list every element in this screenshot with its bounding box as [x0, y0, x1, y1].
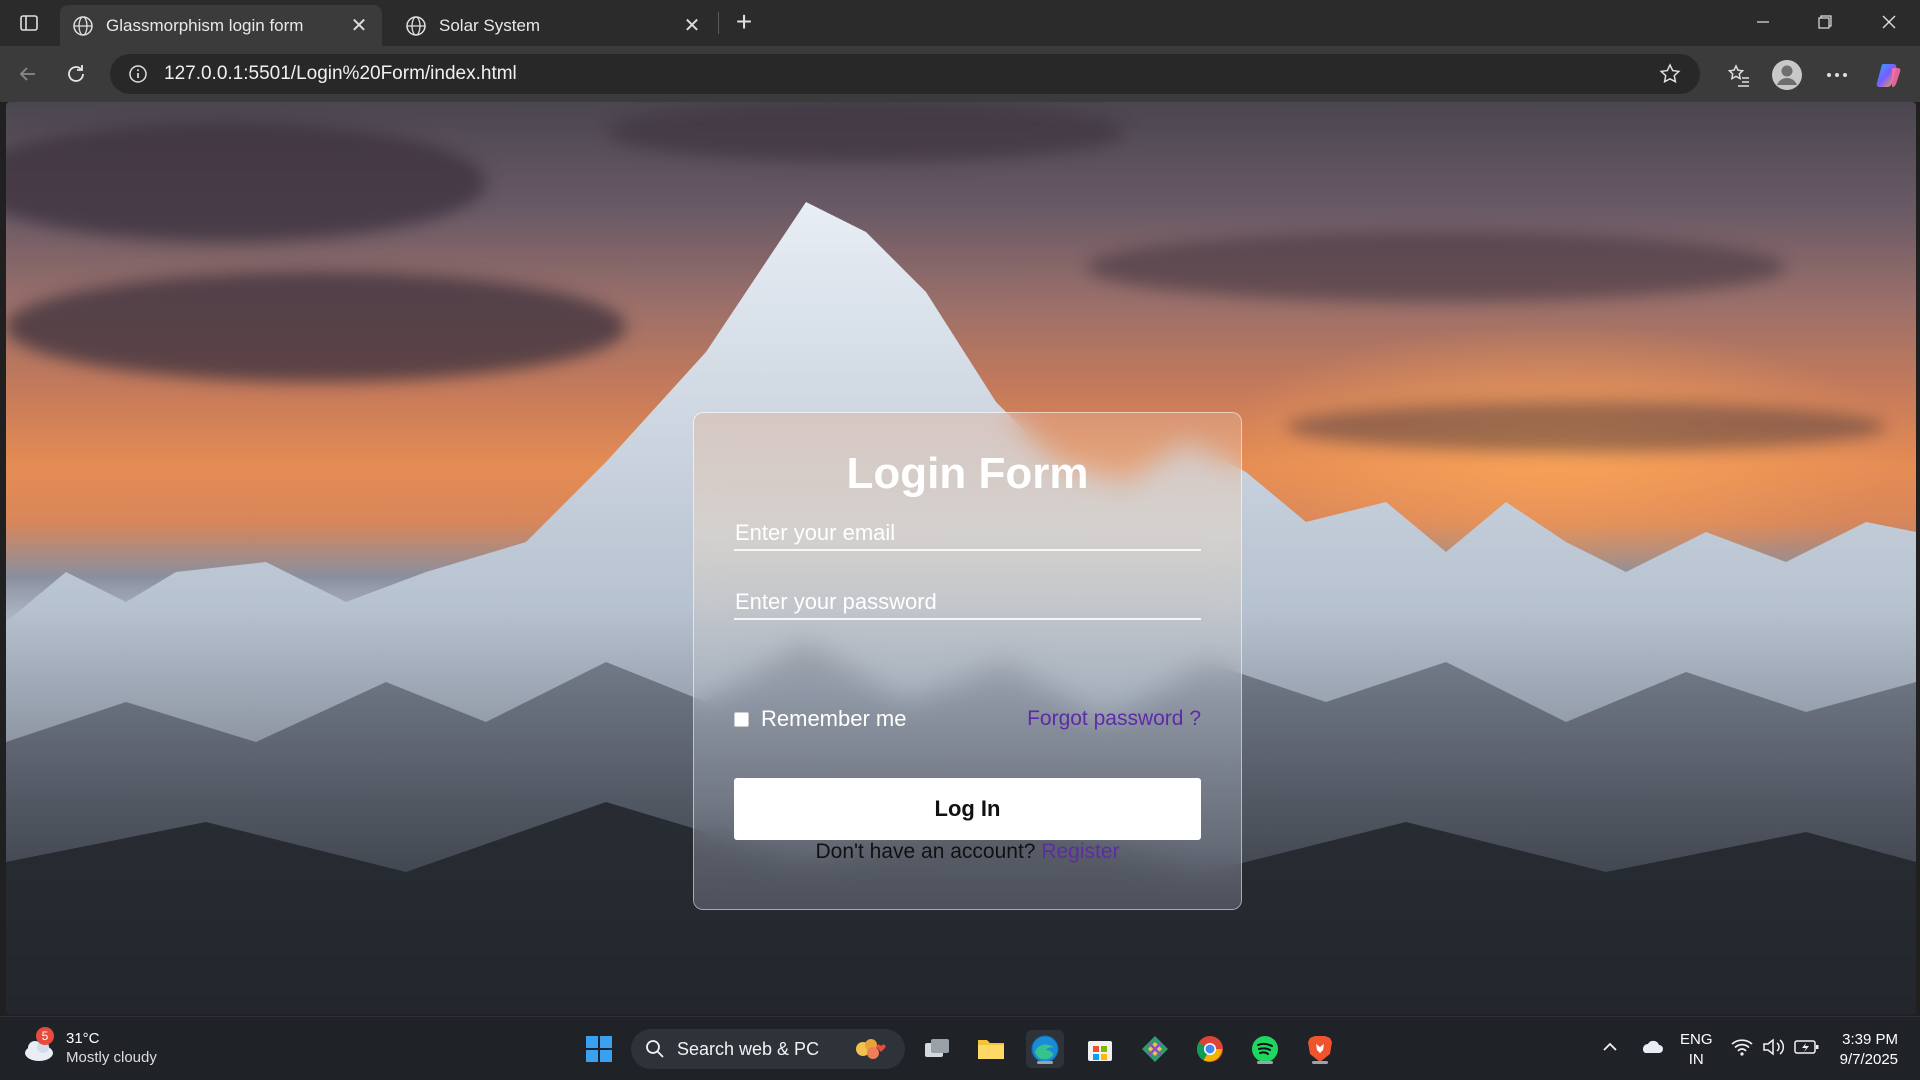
show-hidden-icons-chevron-icon[interactable]	[1598, 1027, 1622, 1067]
omnibox[interactable]: 127.0.0.1:5501/Login%20Form/index.html	[110, 54, 1700, 94]
back-button[interactable]	[12, 58, 44, 90]
copilot-icon[interactable]	[1872, 58, 1906, 92]
language-line1: ENG	[1680, 1031, 1713, 1048]
email-field[interactable]: Enter your email	[734, 511, 1201, 551]
battery-icon[interactable]	[1792, 1027, 1822, 1067]
weather-widget[interactable]: 5 31°C Mostly cloudy	[22, 1027, 157, 1067]
close-tab-icon[interactable]: ✕	[681, 15, 703, 37]
profile-avatar-icon[interactable]	[1770, 58, 1804, 92]
address-bar-row: 127.0.0.1:5501/Login%20Form/index.html	[0, 46, 1920, 102]
active-indicator	[1312, 1061, 1328, 1064]
password-field[interactable]: Enter your password	[734, 580, 1201, 620]
clock-time: 3:39 PM	[1842, 1031, 1898, 1048]
globe-icon	[406, 15, 426, 36]
remember-me-group: Remember me	[734, 706, 906, 732]
search-highlight-icon	[856, 1039, 886, 1059]
snipping-tool-icon[interactable]	[1136, 1030, 1174, 1068]
language-line2: IN	[1688, 1051, 1704, 1068]
search-icon	[646, 1040, 664, 1058]
info-icon[interactable]	[128, 64, 148, 84]
volume-icon[interactable]	[1760, 1027, 1788, 1067]
search-label: Search web & PC	[677, 1038, 820, 1059]
weather-badge: 5	[36, 1027, 54, 1045]
windows-start-icon[interactable]	[580, 1030, 618, 1068]
edge-browser-icon[interactable]	[1026, 1030, 1064, 1068]
forgot-password-link[interactable]: Forgot password ?	[1027, 707, 1201, 731]
url-text[interactable]: 127.0.0.1:5501/Login%20Form/index.html	[164, 63, 1642, 85]
login-form-card: Login Form Enter your email Enter your p…	[693, 412, 1242, 910]
sidebar-toggle-icon[interactable]	[14, 8, 44, 38]
tab-separator	[718, 12, 719, 34]
brave-browser-icon[interactable]	[1301, 1030, 1339, 1068]
onedrive-icon[interactable]	[1636, 1027, 1666, 1067]
register-link[interactable]: Register	[1041, 840, 1119, 863]
cloud-icon: 5	[22, 1027, 56, 1065]
close-window-button[interactable]	[1858, 0, 1920, 44]
tab-bar: Glassmorphism login form ✕ Solar System …	[0, 0, 1920, 46]
system-clock[interactable]: 3:39 PM 9/7/2025	[1840, 1030, 1898, 1070]
file-explorer-icon[interactable]	[972, 1030, 1010, 1068]
minimize-button[interactable]	[1732, 0, 1794, 44]
taskbar-search[interactable]: Search web & PC	[631, 1029, 905, 1069]
form-title: Login Form	[846, 449, 1089, 498]
register-prompt: Don't have an account?	[815, 840, 1036, 863]
remember-row: Remember me Forgot password ?	[734, 704, 1201, 734]
wifi-icon[interactable]	[1728, 1027, 1756, 1067]
tab-solar-system[interactable]: Solar System ✕	[393, 5, 715, 46]
favorite-star-icon[interactable]	[1658, 62, 1682, 86]
clock-date: 9/7/2025	[1839, 1051, 1898, 1068]
password-placeholder: Enter your password	[735, 589, 937, 614]
weather-temperature: 31°C	[66, 1030, 100, 1047]
favorites-icon[interactable]	[1722, 58, 1756, 92]
language-indicator[interactable]: ENG IN	[1680, 1030, 1713, 1070]
tab-glassmorphism[interactable]: Glassmorphism login form ✕	[60, 5, 382, 46]
microsoft-store-icon[interactable]	[1081, 1030, 1119, 1068]
register-row: Don't have an account? Register	[694, 840, 1241, 864]
refresh-button[interactable]	[60, 58, 92, 90]
remember-me-label[interactable]: Remember me	[761, 706, 906, 732]
weather-description: Mostly cloudy	[66, 1049, 157, 1066]
spotify-icon[interactable]	[1246, 1030, 1284, 1068]
page-viewport: Login Form Enter your email Enter your p…	[6, 102, 1916, 1014]
tab-title: Solar System	[439, 15, 541, 35]
chrome-icon[interactable]	[1191, 1030, 1229, 1068]
login-button[interactable]: Log In	[734, 778, 1201, 840]
remember-me-checkbox[interactable]	[734, 711, 749, 727]
email-placeholder: Enter your email	[735, 520, 896, 545]
tab-title: Glassmorphism login form	[106, 15, 304, 35]
active-indicator	[1037, 1061, 1053, 1064]
restore-button[interactable]	[1794, 0, 1856, 44]
new-tab-button[interactable]: +	[728, 6, 760, 38]
more-options-icon[interactable]	[1820, 58, 1854, 92]
task-view-icon[interactable]	[918, 1030, 956, 1068]
active-indicator	[1257, 1061, 1273, 1064]
globe-icon	[73, 15, 93, 36]
taskbar: 5 31°C Mostly cloudy Search web & PC ENG…	[0, 1016, 1920, 1080]
close-tab-icon[interactable]: ✕	[348, 15, 370, 37]
